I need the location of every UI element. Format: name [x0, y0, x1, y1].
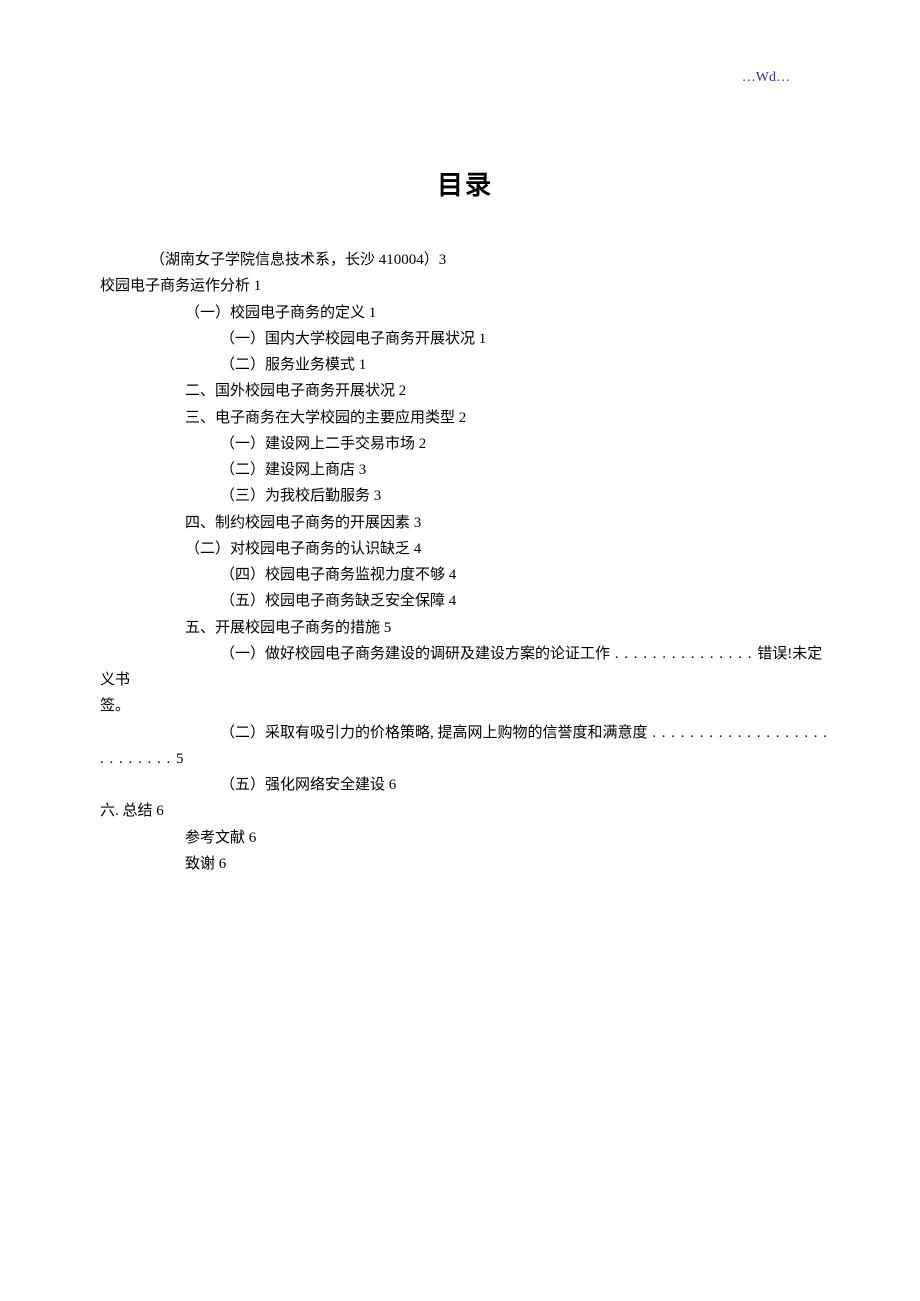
toc-entry: （二）对校园电子商务的认识缺乏 4	[100, 536, 830, 562]
toc-page-number: 5	[176, 751, 184, 767]
toc-entry: 六. 总结 6	[100, 798, 830, 824]
toc-entry-text: （二）采取有吸引力的价格策略, 提高网上购物的信誉度和满意度	[220, 725, 648, 741]
toc-entry-wrapped: （二）采取有吸引力的价格策略, 提高网上购物的信誉度和满意度 . . . . .…	[100, 720, 830, 773]
toc-entry: （三）为我校后勤服务 3	[100, 483, 830, 509]
toc-entry: （二）建设网上商店 3	[100, 457, 830, 483]
toc-entry: 二、国外校园电子商务开展状况 2	[100, 378, 830, 404]
toc-entry: （湖南女子学院信息技术系，长沙 410004）3	[100, 247, 830, 273]
toc-entry: 校园电子商务运作分析 1	[100, 273, 830, 299]
table-of-contents: （湖南女子学院信息技术系，长沙 410004）3 校园电子商务运作分析 1 （一…	[100, 247, 830, 877]
toc-entry: （一）校园电子商务的定义 1	[100, 300, 830, 326]
toc-title: 目录	[100, 165, 830, 202]
toc-entry-text: （一）做好校园电子商务建设的调研及建设方案的论证工作	[220, 646, 610, 662]
toc-entry: 致谢 6	[100, 851, 830, 877]
header-watermark: …Wd…	[742, 70, 790, 86]
toc-entry: 参考文献 6	[100, 825, 830, 851]
toc-entry: （四）校园电子商务监视力度不够 4	[100, 562, 830, 588]
toc-entry-continuation: 签。	[100, 693, 830, 719]
toc-entry: 四、制约校园电子商务的开展因素 3	[100, 510, 830, 536]
toc-entry: （五）校园电子商务缺乏安全保障 4	[100, 588, 830, 614]
toc-leader-dots: . . . . . . . . . . . . . . .	[610, 646, 757, 662]
toc-entry: （一）国内大学校园电子商务开展状况 1	[100, 326, 830, 352]
toc-entry: （五）强化网络安全建设 6	[100, 772, 830, 798]
toc-entry: 五、开展校园电子商务的措施 5	[100, 615, 830, 641]
document-page: …Wd… 目录 （湖南女子学院信息技术系，长沙 410004）3 校园电子商务运…	[0, 0, 920, 927]
toc-entry: （二）服务业务模式 1	[100, 352, 830, 378]
toc-entry: 三、电子商务在大学校园的主要应用类型 2	[100, 405, 830, 431]
toc-entry-wrapped: （一）做好校园电子商务建设的调研及建设方案的论证工作 . . . . . . .…	[100, 641, 830, 694]
toc-entry: （一）建设网上二手交易市场 2	[100, 431, 830, 457]
